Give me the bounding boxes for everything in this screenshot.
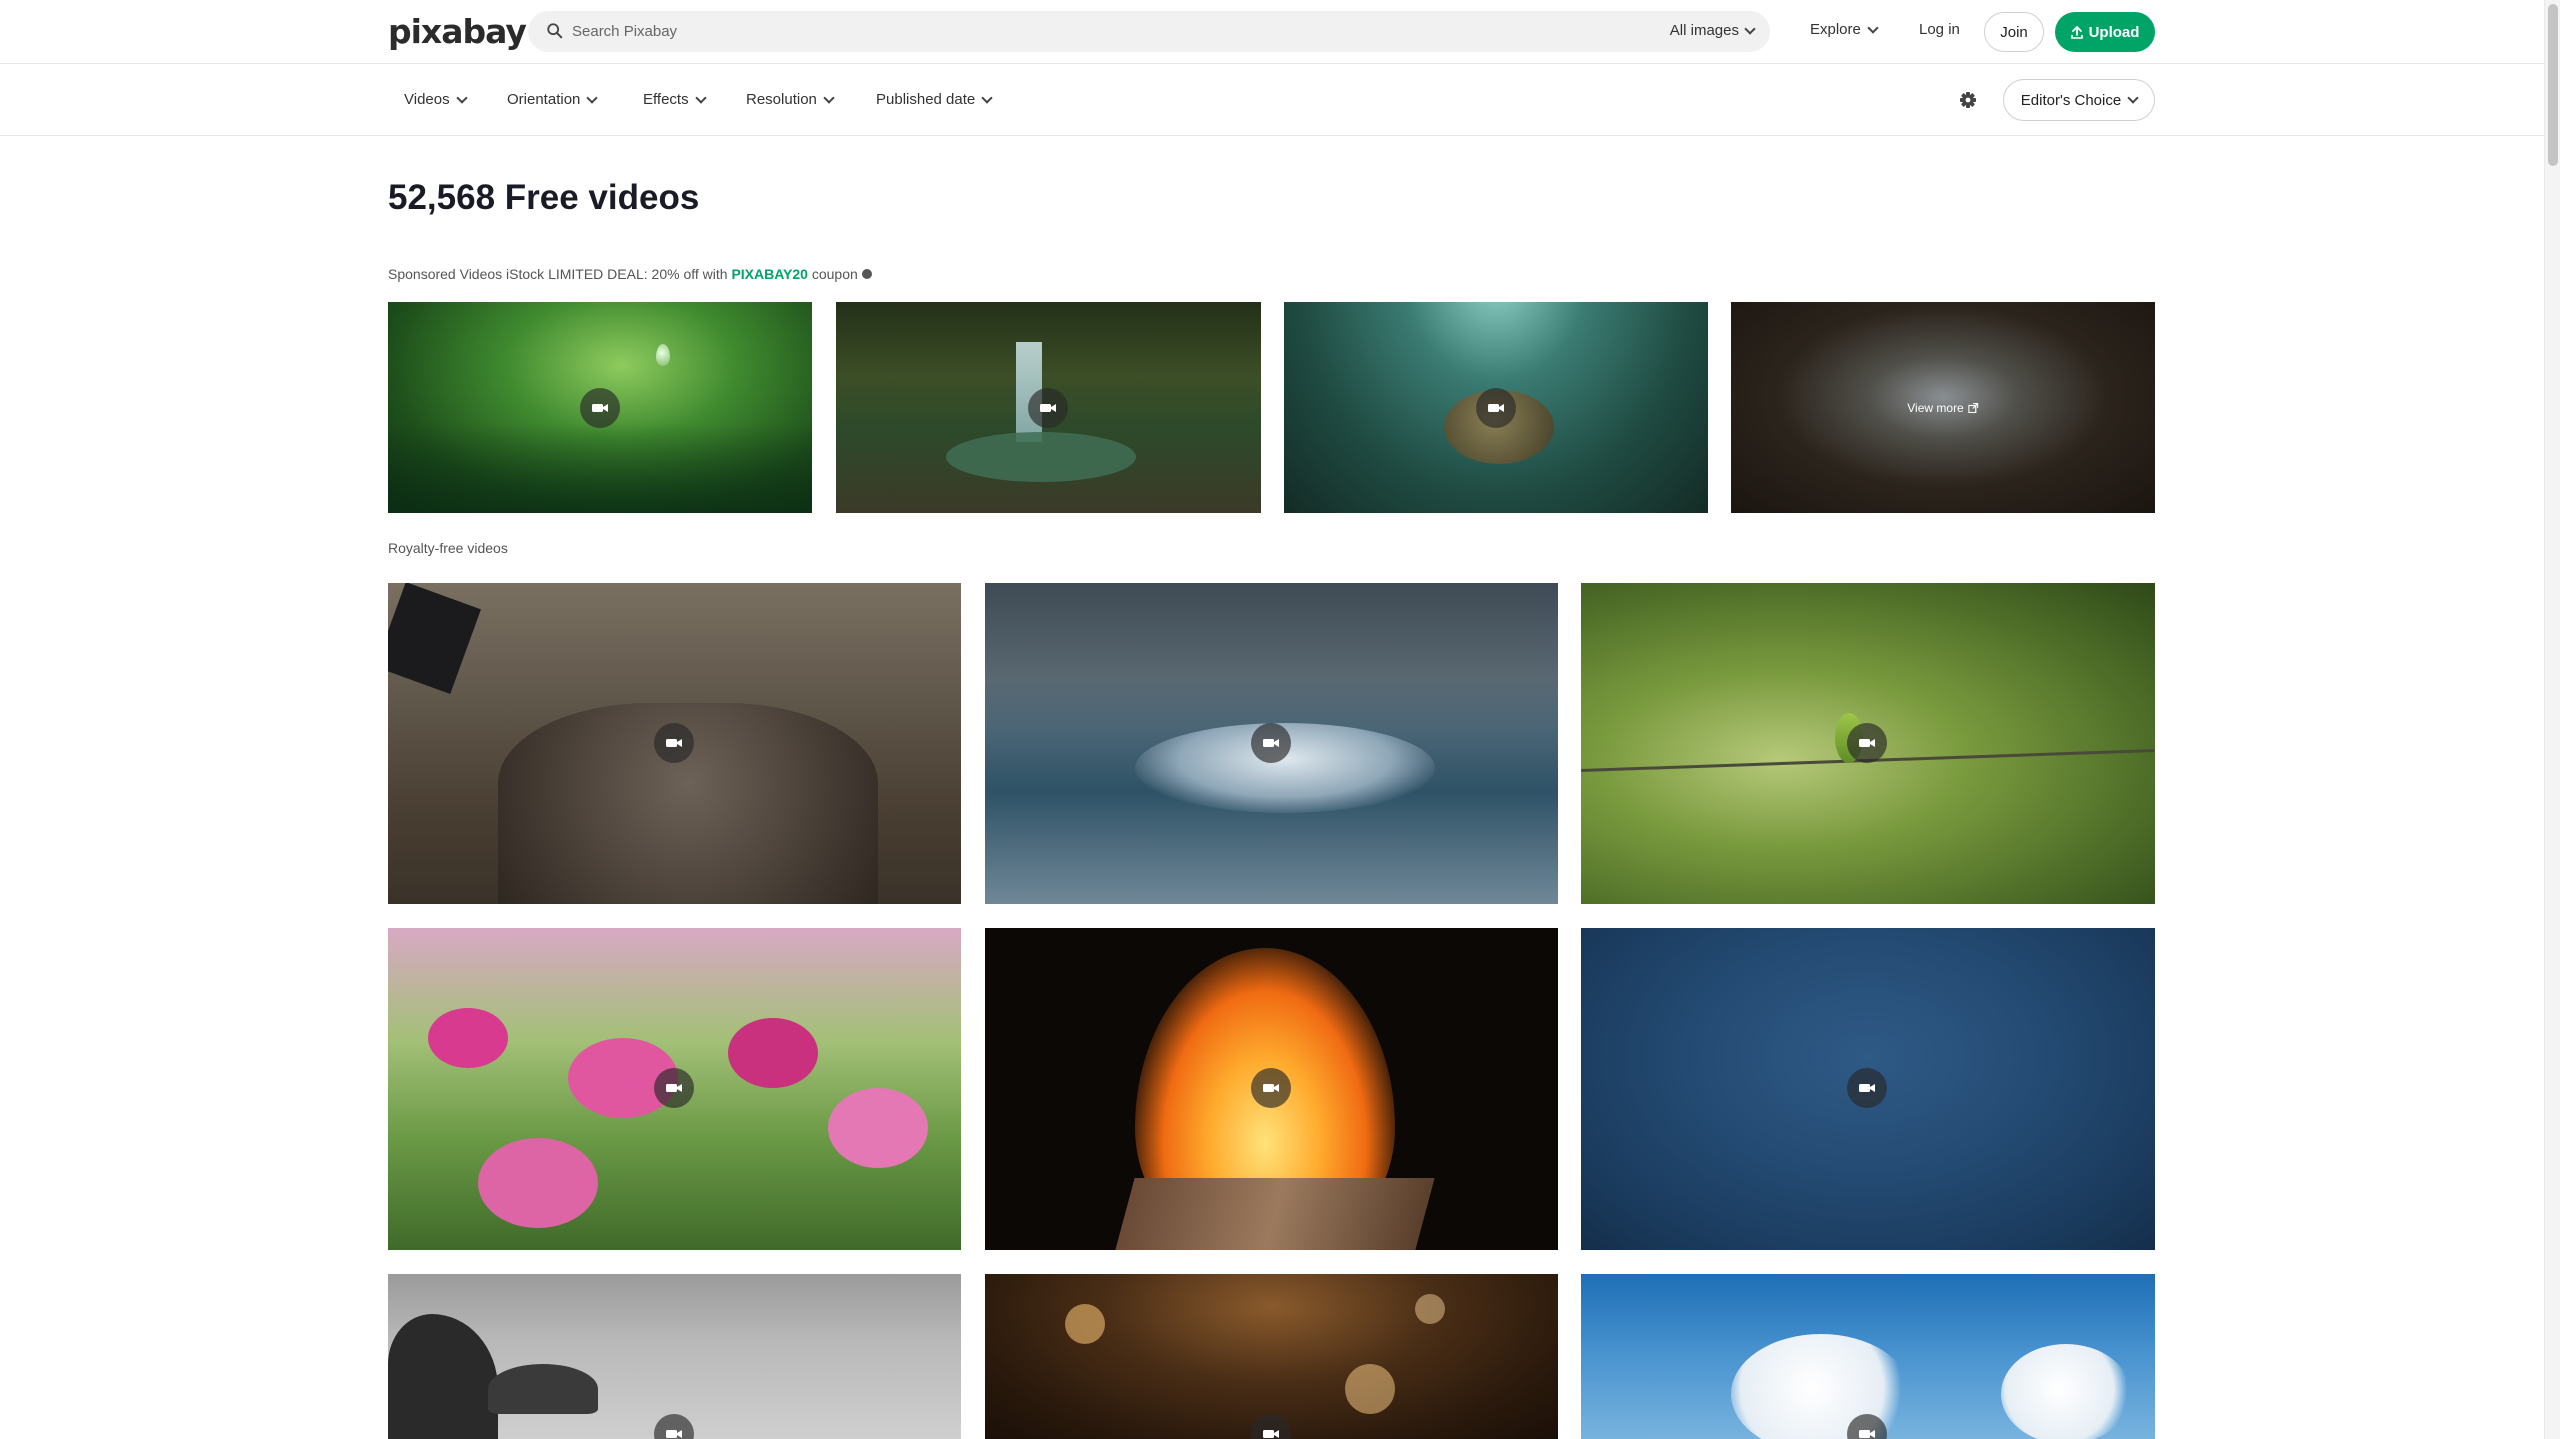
login-link[interactable]: Log in <box>1919 21 1960 38</box>
scrollbar[interactable] <box>2544 0 2560 1439</box>
video-thumbnail[interactable] <box>1581 928 2155 1250</box>
sponsored-text: Sponsored Videos iStock LIMITED DEAL: 20… <box>388 266 732 282</box>
chevron-down-icon <box>823 91 835 104</box>
wood-shape <box>1115 1178 1435 1250</box>
page-title: 52,568 Free videos <box>388 178 700 217</box>
filter-videos[interactable]: Videos <box>404 91 468 108</box>
filter-label: Videos <box>404 91 450 108</box>
view-more-label: View more <box>1907 400 1964 415</box>
bokeh-shape <box>1415 1294 1445 1324</box>
upload-icon <box>2070 25 2083 39</box>
rock-shape <box>488 1364 598 1414</box>
video-thumbnail[interactable] <box>985 583 1558 904</box>
explore-menu[interactable]: Explore <box>1810 21 1879 38</box>
join-button[interactable]: Join <box>1984 12 2044 52</box>
flower-shape <box>728 1018 818 1088</box>
editors-choice-dropdown[interactable]: Editor's Choice <box>2003 79 2155 121</box>
external-link-icon <box>1968 402 1979 413</box>
cloud-shape <box>2001 1344 2131 1439</box>
pixabay-logo[interactable]: pixabay <box>388 12 527 51</box>
video-camera-icon <box>580 388 620 428</box>
video-thumbnail[interactable] <box>985 1274 1558 1439</box>
filter-effects[interactable]: Effects <box>643 91 707 108</box>
video-camera-icon <box>1251 1414 1291 1439</box>
video-camera-icon <box>654 1068 694 1108</box>
pool-shape <box>946 432 1136 482</box>
top-header: pixabay All images Explore Log in Join U… <box>0 0 2544 64</box>
chevron-down-icon <box>455 91 468 104</box>
video-thumbnail[interactable] <box>1581 1274 2155 1439</box>
scrollbar-thumb[interactable] <box>2548 4 2558 166</box>
video-thumbnail[interactable] <box>388 583 961 904</box>
bokeh-shape <box>1345 1364 1395 1414</box>
chevron-down-icon <box>2127 92 2139 104</box>
chevron-down-icon <box>586 91 599 104</box>
filter-orientation[interactable]: Orientation <box>507 91 599 108</box>
chevron-down-icon <box>1867 21 1879 34</box>
page: pixabay All images Explore Log in Join U… <box>0 0 2560 1439</box>
upload-button[interactable]: Upload <box>2055 12 2155 52</box>
filter-resolution[interactable]: Resolution <box>746 91 835 108</box>
editors-choice-label: Editor's Choice <box>2020 91 2122 109</box>
chevron-down-icon <box>981 91 993 104</box>
search-type-dropdown[interactable]: All images <box>1669 22 1756 39</box>
info-icon[interactable] <box>861 269 872 280</box>
section-label: Royalty-free videos <box>388 540 508 556</box>
filter-label: Published date <box>876 91 976 108</box>
sponsored-suffix: coupon <box>807 266 858 282</box>
sponsored-video-thumbnail[interactable] <box>388 302 812 513</box>
video-camera-icon <box>1476 388 1516 428</box>
search-icon <box>547 23 563 39</box>
search-bar[interactable]: All images <box>528 11 1770 52</box>
chevron-down-icon <box>1744 22 1756 35</box>
video-camera-icon <box>1847 723 1887 763</box>
video-camera-icon <box>654 1414 694 1439</box>
upload-label: Upload <box>2088 23 2140 41</box>
filter-label: Resolution <box>746 91 817 108</box>
bokeh-shape <box>1065 1304 1105 1344</box>
video-camera-icon <box>1251 723 1291 763</box>
gear-icon[interactable] <box>1958 90 1978 110</box>
rock-shape <box>388 1314 498 1439</box>
search-type-label: All images <box>1669 22 1739 39</box>
flower-shape <box>428 1008 508 1068</box>
video-thumbnail[interactable] <box>985 928 1558 1250</box>
video-thumbnail[interactable] <box>1581 583 2155 904</box>
flower-shape <box>828 1088 928 1168</box>
glove-shape <box>388 583 481 694</box>
thumbnail-shade <box>388 423 812 513</box>
video-camera-icon <box>1251 1068 1291 1108</box>
flower-shape <box>478 1138 598 1228</box>
video-thumbnail[interactable] <box>388 928 961 1250</box>
sponsored-video-thumbnail[interactable] <box>1284 302 1708 513</box>
filter-label: Orientation <box>507 91 581 108</box>
video-thumbnail[interactable] <box>388 1274 961 1439</box>
explore-label: Explore <box>1810 21 1861 38</box>
sponsored-view-more[interactable]: View more <box>1731 302 2155 513</box>
video-camera-icon <box>654 723 694 763</box>
coupon-code[interactable]: PIXABAY20 <box>731 266 808 282</box>
chevron-down-icon <box>694 91 707 104</box>
sponsored-video-thumbnail[interactable] <box>836 302 1261 513</box>
filter-published-date[interactable]: Published date <box>876 91 993 108</box>
droplet-shape <box>656 344 670 366</box>
view-more-link[interactable]: View more <box>1907 400 1979 415</box>
video-camera-icon <box>1847 1068 1887 1108</box>
filter-bar: Videos Orientation Effects Resolution Pu… <box>0 64 2544 136</box>
search-input[interactable] <box>572 11 1572 52</box>
filter-label: Effects <box>643 91 689 108</box>
video-camera-icon <box>1028 388 1068 428</box>
sponsored-banner: Sponsored Videos iStock LIMITED DEAL: 20… <box>388 266 872 282</box>
